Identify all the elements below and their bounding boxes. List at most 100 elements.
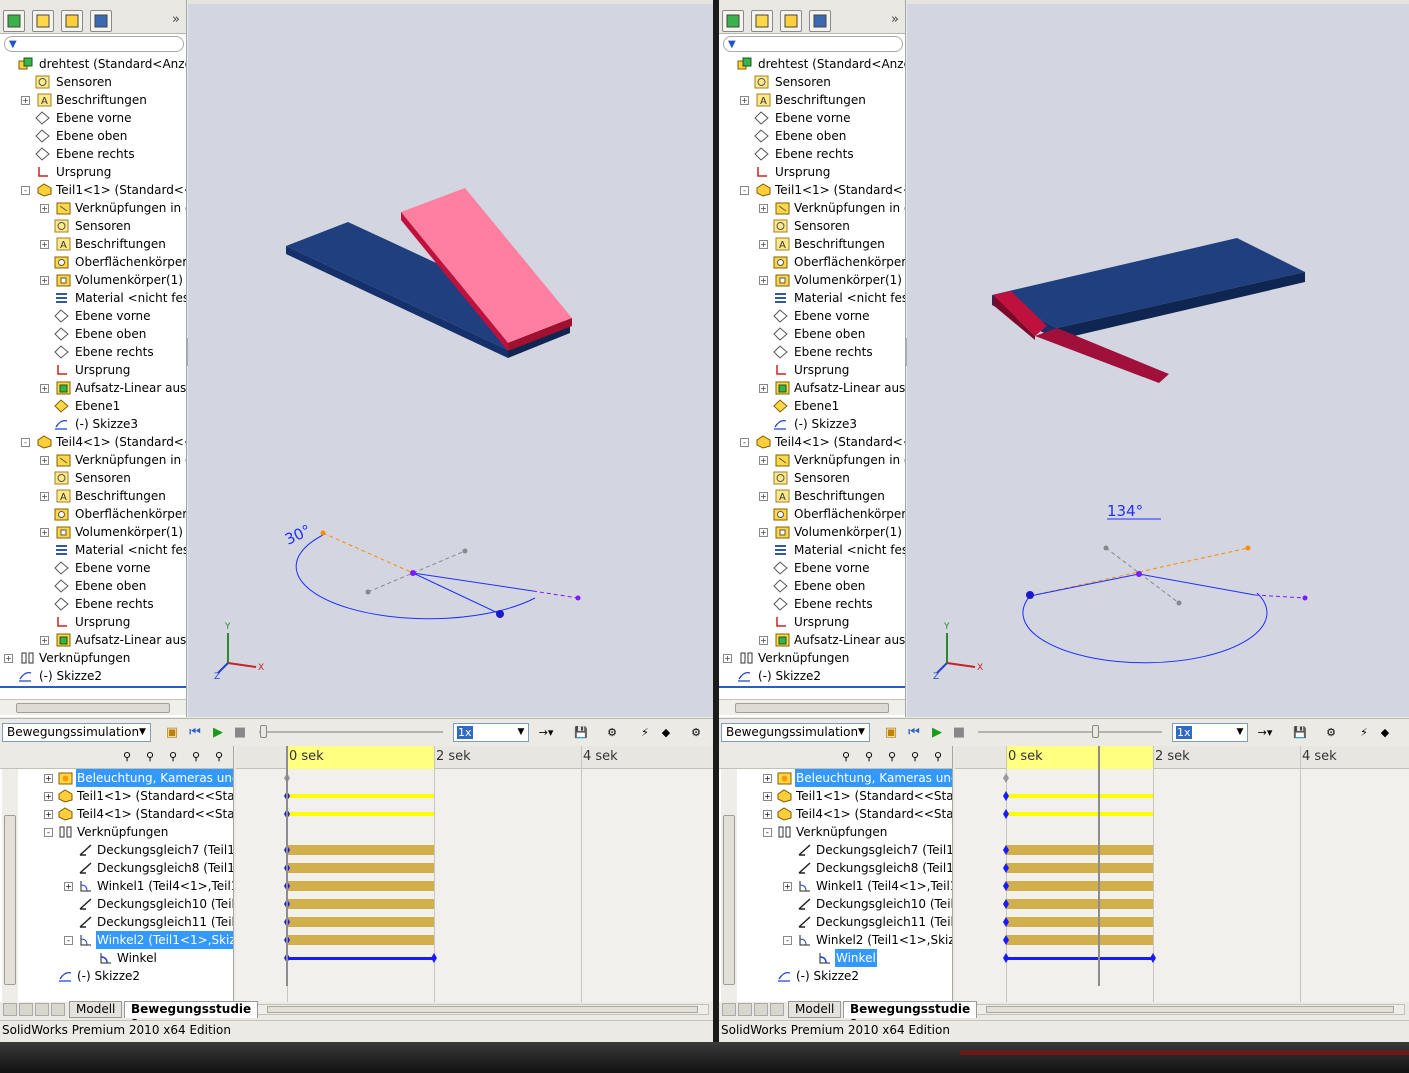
feature-manager-tab-icon[interactable]	[722, 10, 744, 32]
animation-wizard-icon[interactable]: ⚙	[1322, 724, 1340, 741]
model-viewport[interactable]: 30°YXZ	[188, 0, 713, 717]
tree-item[interactable]: Sensoren	[719, 217, 905, 235]
tree-item[interactable]: Ebene vorne	[0, 307, 186, 325]
tree-item[interactable]: Ebene vorne	[0, 559, 186, 577]
scrollbar-thumb[interactable]	[735, 703, 889, 713]
sketch-end-point[interactable]	[1176, 600, 1182, 606]
tab-nav-arrow-icon[interactable]	[3, 1003, 17, 1016]
expand-toggle-icon[interactable]: +	[763, 810, 772, 819]
scrollbar-thumb[interactable]	[986, 1006, 1394, 1013]
motion-tree-item[interactable]: (-) Skizze2	[18, 967, 233, 985]
motion-options-icon[interactable]: ⚙	[687, 724, 705, 741]
playback-slider[interactable]	[978, 725, 1162, 738]
tree-item[interactable]: + Verknüpfungen in drehte	[0, 451, 186, 469]
expand-toggle-icon[interactable]: +	[759, 204, 768, 213]
expand-toggle-icon[interactable]: -	[64, 936, 73, 945]
tree-item[interactable]: Ebene oben	[0, 577, 186, 595]
tree-item[interactable]: drehtest (Standard<Anzeigesta	[719, 55, 905, 73]
tree-item[interactable]: Oberflächenkörper	[719, 253, 905, 271]
tree-item[interactable]: - Teil4<1> (Standard<<Standa	[0, 433, 186, 451]
collapse-icon[interactable]: ⚲	[210, 748, 228, 765]
motion-tree-item[interactable]: Deckungsgleich8 (Teil1<1	[18, 859, 233, 877]
chevron-down-icon[interactable]: ▼	[135, 724, 150, 741]
tree-item[interactable]: Ursprung	[719, 361, 905, 379]
expand-toggle-icon[interactable]: +	[44, 792, 53, 801]
tree-item[interactable]: Ebene rechts	[719, 343, 905, 361]
tree-item[interactable]: + Aufsatz-Linear austrage	[0, 631, 186, 649]
expand-toggle-icon[interactable]: -	[763, 828, 772, 837]
tree-item[interactable]: Sensoren	[0, 217, 186, 235]
motion-tree-item[interactable]: Deckungsgleich11 (Teil1<	[737, 913, 952, 931]
playback-mode-icon[interactable]: →▾	[537, 724, 555, 741]
tree-item[interactable]: + Verknüpfungen	[0, 649, 186, 667]
timeline-horizontal-scrollbar[interactable]	[256, 1004, 709, 1015]
graphics-area[interactable]: 30° Y X Z	[188, 0, 713, 717]
motion-tree-item[interactable]: + Teil1<1> (Standard<<Standa	[737, 787, 952, 805]
keyframe-marker[interactable]	[1003, 773, 1009, 783]
scrollbar-thumb[interactable]	[16, 703, 170, 713]
filter-drive-icon[interactable]: ⚲	[141, 748, 159, 765]
collapse-icon[interactable]: ⚲	[929, 748, 947, 765]
filter-results-icon[interactable]: ⚲	[906, 748, 924, 765]
stop-icon[interactable]: ■	[231, 724, 249, 741]
expand-tabs-icon[interactable]: »	[891, 12, 899, 27]
tree-item[interactable]: + A Beschriftungen	[0, 91, 186, 109]
tree-item[interactable]: Ebene vorne	[0, 109, 186, 127]
tree-item[interactable]: Ursprung	[0, 361, 186, 379]
tree-item[interactable]: Ebene oben	[719, 127, 905, 145]
tree-item[interactable]: Material <nicht festgele	[0, 289, 186, 307]
sketch-end-point[interactable]	[1103, 545, 1109, 551]
tree-item[interactable]: Ursprung	[719, 613, 905, 631]
playback-speed-select[interactable]: 1x ▼	[1172, 723, 1248, 742]
chevron-down-icon[interactable]: ▼	[854, 724, 869, 741]
tree-item[interactable]: Material <nicht festgele	[719, 289, 905, 307]
expand-toggle-icon[interactable]: -	[740, 186, 749, 195]
sketch-drag-point[interactable]	[496, 610, 504, 618]
keyframe-marker[interactable]	[1003, 953, 1009, 963]
tree-filter-input[interactable]: ▼	[723, 36, 903, 52]
tree-item[interactable]: + Aufsatz-Linear austrage	[719, 631, 905, 649]
model-viewport[interactable]: 134° Y X Z	[907, 0, 1409, 717]
play-icon[interactable]: ▶	[928, 724, 946, 741]
sketch-end-point[interactable]	[320, 530, 326, 536]
tree-item[interactable]: Ursprung	[0, 163, 186, 181]
tree-item[interactable]: Sensoren	[0, 469, 186, 487]
property-manager-tab-icon[interactable]	[32, 10, 54, 32]
keyframe-marker[interactable]	[1003, 791, 1009, 801]
tree-item[interactable]: Ebene vorne	[719, 307, 905, 325]
tree-item[interactable]: Ebene rechts	[0, 343, 186, 361]
time-bar-cursor[interactable]	[1098, 746, 1100, 986]
motion-tree-item[interactable]: + Beleuchtung, Kameras und B	[737, 769, 952, 787]
motion-tree-item[interactable]: Winkel	[18, 949, 233, 967]
tab-nav-arrow-icon[interactable]	[770, 1003, 784, 1016]
add-key-icon[interactable]: ◆	[1376, 724, 1394, 741]
motion-tree-item[interactable]: + Beleuchtung, Kameras und B	[18, 769, 233, 787]
sketch-end-point[interactable]	[462, 548, 468, 554]
expand-toggle-icon[interactable]: +	[40, 528, 49, 537]
expand-toggle-icon[interactable]: +	[740, 96, 749, 105]
animation-wizard-icon[interactable]: ⚙	[603, 724, 621, 741]
tree-item[interactable]: Ebene oben	[0, 325, 186, 343]
tree-item[interactable]: + Volumenkörper(1)	[719, 271, 905, 289]
tree-item[interactable]: (-) Skizze2	[0, 667, 186, 685]
filter-drive-icon[interactable]: ⚲	[860, 748, 878, 765]
tree-item[interactable]: Sensoren	[719, 73, 905, 91]
timeline-horizontal-scrollbar[interactable]	[975, 1004, 1405, 1015]
playback-slider[interactable]	[259, 725, 443, 738]
motion-tree-scrollbar[interactable]	[2, 769, 18, 1002]
tab-nav-arrow-icon[interactable]	[738, 1003, 752, 1016]
timeline-area[interactable]: 0 sek 2 sek 4 sek	[236, 746, 713, 1002]
motion-tree-item[interactable]: - Winkel2 (Teil1<1>,Skizze2	[18, 931, 233, 949]
tree-item[interactable]: Ebene rechts	[0, 145, 186, 163]
expand-toggle-icon[interactable]: +	[21, 96, 30, 105]
expand-toggle-icon[interactable]: +	[44, 774, 53, 783]
tree-item[interactable]: Ebene rechts	[719, 595, 905, 613]
tree-item[interactable]: Ebene vorne	[719, 109, 905, 127]
tree-item[interactable]: - Teil1<1> (Standard<<Standa	[0, 181, 186, 199]
tree-item[interactable]: + A Beschriftungen	[719, 487, 905, 505]
sketch-center-point[interactable]	[410, 570, 416, 576]
tree-item[interactable]: + A Beschriftungen	[0, 235, 186, 253]
playback-mode-icon[interactable]: →▾	[1256, 724, 1274, 741]
tab-nav-arrow-icon[interactable]	[35, 1003, 49, 1016]
tree-item[interactable]: drehtest (Standard<Anzeigesta	[0, 55, 186, 73]
